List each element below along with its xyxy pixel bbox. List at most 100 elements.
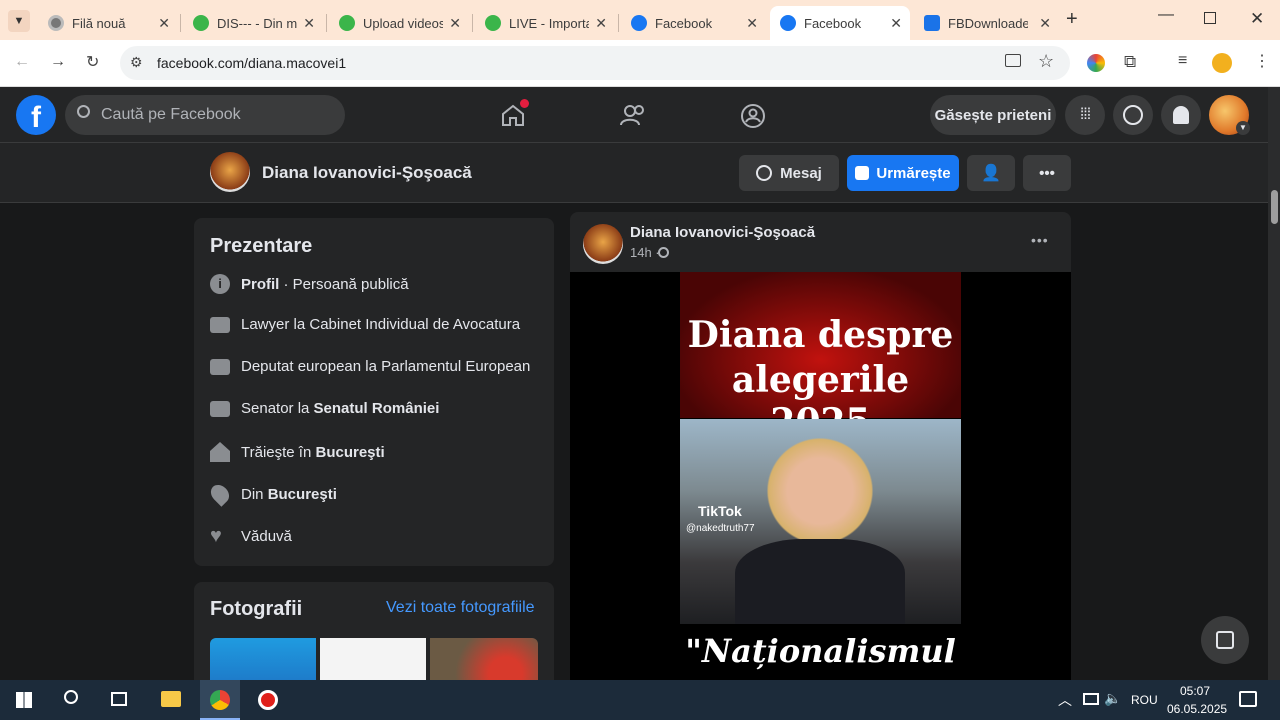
heart-icon: ♥ bbox=[210, 525, 222, 547]
tab-title: LIVE - Importa bbox=[509, 15, 589, 31]
facebook-header: f Caută pe Facebook Găsește prieteni ⁞⁞⁞… bbox=[0, 87, 1268, 143]
task-view-icon[interactable] bbox=[111, 692, 127, 706]
install-icon[interactable] bbox=[1005, 54, 1021, 67]
compose-icon bbox=[1216, 631, 1234, 649]
tab-rumble-1[interactable]: DIS--- - Din m ✕ bbox=[183, 6, 323, 40]
groups-icon[interactable] bbox=[740, 103, 766, 134]
extensions-puzzle-icon[interactable]: ⧉ bbox=[1124, 52, 1136, 72]
chevron-down-icon[interactable]: ▼ bbox=[1236, 121, 1250, 135]
intro-item-relationship: ♥ Văduvă bbox=[210, 526, 292, 546]
intro-lives-bold[interactable]: Bucureşti bbox=[315, 444, 384, 461]
close-icon[interactable]: ✕ bbox=[158, 15, 170, 32]
messenger-button[interactable] bbox=[1113, 95, 1153, 135]
tab-rumble-3[interactable]: LIVE - Importa ✕ bbox=[475, 6, 615, 40]
scrollbar-thumb[interactable] bbox=[1271, 190, 1278, 224]
notification-center-icon[interactable] bbox=[1239, 691, 1257, 707]
forward-button[interactable]: → bbox=[50, 53, 66, 71]
close-icon[interactable]: ✕ bbox=[595, 15, 607, 32]
chevron-up-icon[interactable]: ︿ bbox=[1058, 690, 1072, 710]
intro-relationship-text: Văduvă bbox=[241, 527, 292, 545]
minimize-button[interactable]: — bbox=[1158, 6, 1174, 24]
site-info-icon[interactable]: ⚙ bbox=[130, 54, 143, 71]
intro-deputy-text[interactable]: Parlamentul European bbox=[381, 358, 530, 375]
clock-time[interactable]: 05:07 bbox=[1180, 684, 1210, 698]
video-headline-line1: Diana despre bbox=[687, 314, 954, 356]
post-timestamp[interactable]: 14h · bbox=[630, 245, 660, 260]
tab-title: FBDownloade bbox=[948, 15, 1028, 31]
language-indicator[interactable]: ROU bbox=[1131, 693, 1158, 707]
tab-title: Facebook bbox=[655, 15, 713, 31]
video-headline-banner: Diana despre alegerile 2025 bbox=[680, 272, 961, 443]
recorder-icon[interactable] bbox=[258, 690, 278, 710]
network-icon[interactable] bbox=[1083, 693, 1099, 705]
close-icon[interactable]: ✕ bbox=[303, 15, 315, 32]
post-author-avatar[interactable] bbox=[583, 224, 623, 264]
tab-new-tab[interactable]: Filă nouă ✕ bbox=[38, 6, 178, 40]
info-icon: i bbox=[210, 274, 230, 294]
search-icon bbox=[77, 105, 90, 118]
intro-from-bold[interactable]: Bucureşti bbox=[268, 486, 337, 503]
home-notification-dot bbox=[520, 99, 529, 108]
find-friends-button[interactable]: Găsește prieteni bbox=[930, 95, 1056, 135]
briefcase-icon bbox=[210, 400, 230, 417]
home-icon[interactable] bbox=[500, 99, 529, 132]
new-message-button[interactable] bbox=[1201, 616, 1249, 664]
close-icon[interactable]: ✕ bbox=[1039, 15, 1051, 32]
close-window-button[interactable]: ✕ bbox=[1250, 9, 1264, 29]
intro-lawyer-text[interactable]: Cabinet Individual de Avocatura bbox=[309, 316, 520, 333]
clock-date[interactable]: 06.05.2025 bbox=[1167, 702, 1227, 716]
reload-button[interactable]: ↻ bbox=[86, 52, 99, 72]
video-caption: "Naționalismul bbox=[685, 632, 956, 670]
windows-taskbar: ︿ 🔈 ROU 05:07 06.05.2025 bbox=[0, 680, 1280, 720]
tab-search-button[interactable]: ▼ bbox=[8, 10, 30, 32]
intro-deputy-pre: Deputat european la bbox=[241, 358, 382, 375]
profile-avatar-icon[interactable] bbox=[1212, 53, 1232, 73]
tiktok-username: @nakedtruth77 bbox=[686, 523, 755, 534]
media-controls-icon[interactable]: ≡ bbox=[1178, 52, 1187, 70]
facebook-search-input[interactable]: Caută pe Facebook bbox=[65, 95, 345, 135]
close-icon[interactable]: ✕ bbox=[449, 15, 461, 32]
close-icon[interactable]: ✕ bbox=[746, 15, 758, 32]
chrome-menu-icon[interactable]: ⋮ bbox=[1254, 51, 1270, 71]
menu-grid-button[interactable]: ⁞⁞⁞ bbox=[1065, 95, 1105, 135]
address-bar[interactable]: ⚙ facebook.com/diana.macovei1 ☆ bbox=[120, 46, 1070, 80]
tab-title: DIS--- - Din m bbox=[217, 15, 297, 31]
follow-button[interactable]: Urmărește bbox=[847, 155, 959, 191]
tab-fbdownloader[interactable]: FBDownloade ✕ bbox=[914, 6, 1059, 40]
rumble-icon bbox=[193, 15, 209, 31]
extension-colorful-icon[interactable] bbox=[1087, 54, 1105, 72]
windows-start-icon[interactable] bbox=[16, 692, 32, 708]
facebook-logo-icon[interactable]: f bbox=[16, 95, 56, 135]
new-tab-button[interactable]: + bbox=[1066, 8, 1078, 31]
bookmark-star-icon[interactable]: ☆ bbox=[1038, 51, 1054, 72]
close-icon[interactable]: ✕ bbox=[890, 15, 902, 32]
post-options-icon[interactable]: ••• bbox=[1031, 232, 1049, 248]
file-explorer-icon[interactable] bbox=[161, 691, 181, 707]
intro-card: Prezentare i Profil · Persoană publică L… bbox=[194, 218, 554, 566]
back-button[interactable]: ← bbox=[14, 53, 30, 71]
search-icon[interactable] bbox=[64, 690, 78, 704]
intro-senator-bold[interactable]: Senatul României bbox=[314, 400, 440, 417]
page-scrollbar[interactable] bbox=[1268, 87, 1280, 680]
see-all-photos-link[interactable]: Vezi toate fotografiile bbox=[386, 599, 535, 617]
notifications-button[interactable] bbox=[1161, 95, 1201, 135]
post-author-name[interactable]: Diana Iovanovici-Şoşoacă bbox=[630, 224, 815, 241]
add-friend-button[interactable]: 👤 bbox=[967, 155, 1015, 191]
friends-icon[interactable] bbox=[620, 103, 646, 132]
intro-senator-pre: Senator la bbox=[241, 400, 314, 417]
post-video[interactable]: Diana despre alegerile 2025 TikTok @nake… bbox=[570, 272, 1071, 692]
message-button[interactable]: Mesaj bbox=[739, 155, 839, 191]
tab-facebook-active[interactable]: Facebook ✕ bbox=[770, 6, 910, 40]
profile-avatar[interactable] bbox=[210, 152, 250, 192]
more-options-button[interactable]: ••• bbox=[1023, 155, 1071, 191]
chrome-taskbar-icon[interactable] bbox=[210, 690, 230, 710]
tab-title: Facebook bbox=[804, 15, 862, 31]
profile-name[interactable]: Diana Iovanovici-Şoşoacă bbox=[262, 163, 472, 183]
messenger-icon bbox=[1123, 105, 1143, 125]
volume-icon[interactable]: 🔈 bbox=[1104, 690, 1121, 707]
tab-rumble-2[interactable]: Upload videos ✕ bbox=[329, 6, 469, 40]
intro-item-senator: Senator la Senatul României bbox=[210, 400, 439, 417]
url-text[interactable]: facebook.com/diana.macovei1 bbox=[157, 55, 346, 71]
restore-button[interactable] bbox=[1204, 12, 1216, 24]
tab-facebook-1[interactable]: Facebook ✕ bbox=[621, 6, 766, 40]
